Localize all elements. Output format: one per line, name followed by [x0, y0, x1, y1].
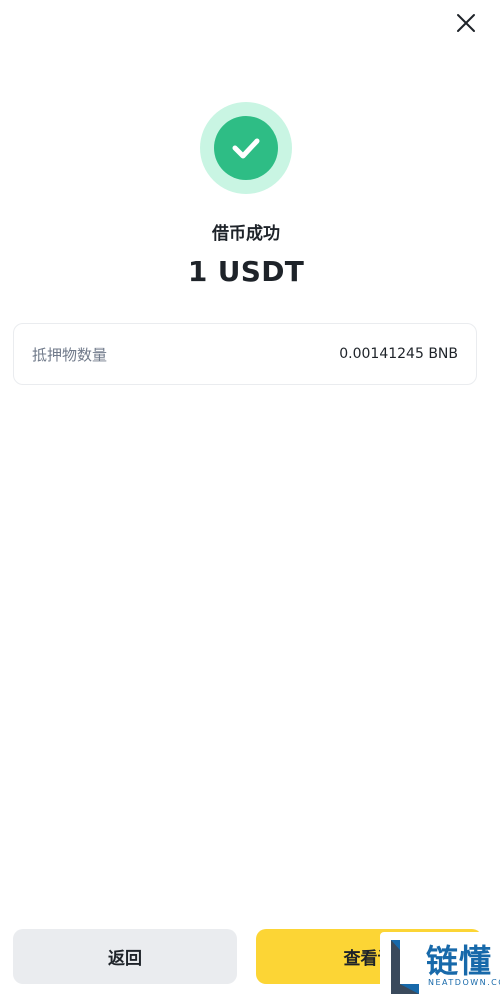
- check-circle-icon: [232, 138, 260, 159]
- watermark-logo-icon: [391, 940, 419, 994]
- borrow-success-screen: 借币成功 1 USDT 抵押物数量 0.00141245 BNB 返回 查看订 …: [0, 0, 500, 1002]
- watermark-subtext: NEATDOWN.COM: [428, 978, 500, 987]
- status-title: 借币成功: [212, 224, 280, 244]
- watermark: 链懂 NEATDOWN.COM: [380, 932, 500, 1002]
- back-button[interactable]: 返回: [13, 929, 237, 984]
- borrow-amount: 1 USDT: [187, 255, 305, 288]
- collateral-info-card: 抵押物数量 0.00141245 BNB: [13, 323, 477, 385]
- close-button[interactable]: [451, 8, 481, 38]
- watermark-text: 链懂: [426, 942, 493, 980]
- collateral-amount-value: 0.00141245 BNB: [339, 346, 458, 362]
- close-icon: [457, 14, 475, 32]
- success-badge: [200, 102, 292, 194]
- success-badge-core: [214, 116, 278, 180]
- collateral-amount-label: 抵押物数量: [32, 345, 108, 364]
